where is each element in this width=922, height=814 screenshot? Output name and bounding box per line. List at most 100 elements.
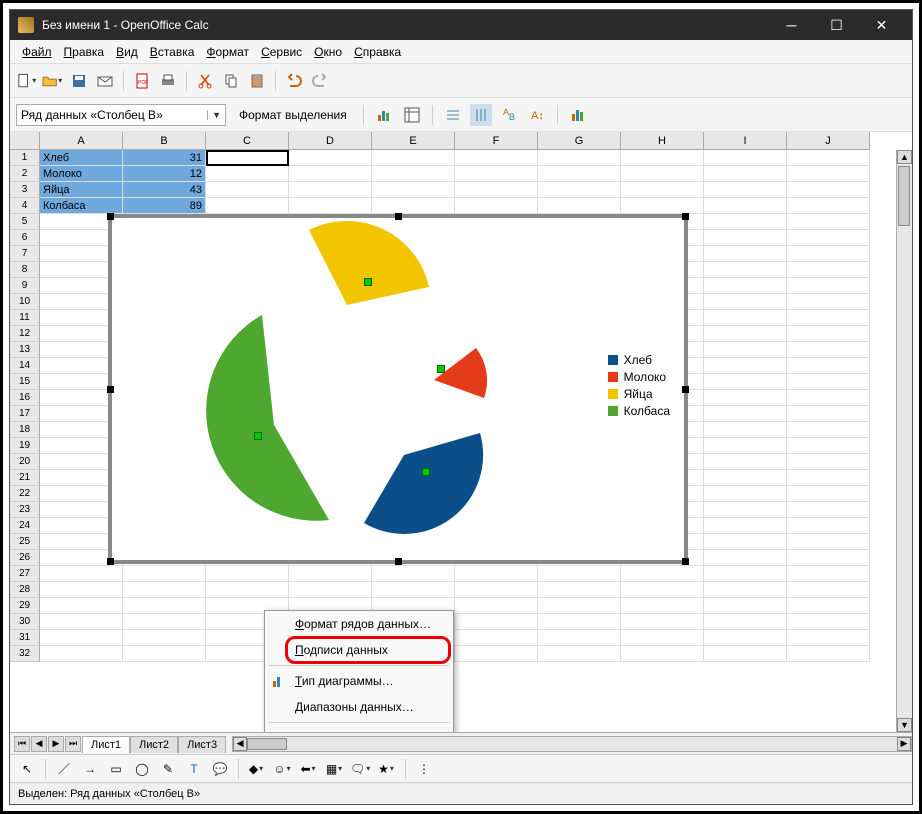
cell[interactable] — [621, 150, 704, 166]
grid-h-icon[interactable] — [442, 104, 464, 126]
cell[interactable] — [372, 582, 455, 598]
row-header[interactable]: 24 — [10, 518, 40, 534]
cell[interactable] — [704, 214, 787, 230]
basic-shapes-icon[interactable]: ◆▾ — [246, 758, 268, 780]
cell[interactable] — [206, 182, 289, 198]
cell[interactable] — [704, 278, 787, 294]
cell[interactable] — [621, 198, 704, 214]
cell[interactable] — [787, 582, 870, 598]
cell[interactable] — [787, 550, 870, 566]
cell[interactable] — [704, 470, 787, 486]
cell[interactable] — [704, 518, 787, 534]
horizontal-scrollbar[interactable]: ◀ ▶ — [232, 736, 912, 752]
row-header[interactable]: 13 — [10, 342, 40, 358]
menu-insert[interactable]: Вставка — [144, 42, 201, 62]
cell[interactable] — [621, 614, 704, 630]
cell[interactable] — [455, 582, 538, 598]
cell[interactable] — [704, 390, 787, 406]
cell[interactable] — [787, 326, 870, 342]
cell[interactable]: Молоко — [40, 166, 123, 182]
ctx-data-ranges[interactable]: Диапазоны данных… — [265, 694, 453, 720]
col-header[interactable]: H — [621, 132, 704, 150]
row-header[interactable]: 7 — [10, 246, 40, 262]
cell[interactable] — [206, 566, 289, 582]
cell[interactable] — [704, 150, 787, 166]
cell[interactable] — [787, 150, 870, 166]
cell[interactable] — [621, 646, 704, 662]
resize-handle[interactable] — [107, 558, 114, 565]
row-header[interactable]: 1 — [10, 150, 40, 166]
chart-type-icon[interactable] — [373, 104, 395, 126]
cell[interactable] — [787, 566, 870, 582]
cell[interactable] — [704, 374, 787, 390]
close-button[interactable]: ✕ — [859, 10, 904, 40]
cell[interactable] — [538, 566, 621, 582]
row-header[interactable]: 32 — [10, 646, 40, 662]
cell[interactable] — [704, 246, 787, 262]
cell[interactable] — [704, 358, 787, 374]
cell[interactable] — [704, 342, 787, 358]
row-header[interactable]: 15 — [10, 374, 40, 390]
scale-text-icon[interactable]: A↕ — [526, 104, 548, 126]
sheet-tab[interactable]: Лист1 — [82, 736, 130, 753]
menu-view[interactable]: Вид — [110, 42, 144, 62]
resize-handle[interactable] — [107, 386, 114, 393]
cell[interactable] — [123, 614, 206, 630]
row-header[interactable]: 16 — [10, 390, 40, 406]
cell[interactable] — [123, 598, 206, 614]
cell[interactable] — [787, 598, 870, 614]
select-all-corner[interactable] — [10, 132, 40, 150]
cell[interactable] — [787, 390, 870, 406]
chart-3d-icon[interactable] — [567, 104, 589, 126]
row-header[interactable]: 14 — [10, 358, 40, 374]
cell[interactable] — [372, 566, 455, 582]
new-button[interactable]: ▾ — [16, 70, 38, 92]
cell[interactable]: 31 — [123, 150, 206, 166]
tab-first[interactable]: ⏮ — [14, 736, 30, 752]
cell[interactable] — [455, 598, 538, 614]
col-header[interactable]: A — [40, 132, 123, 150]
cell[interactable] — [372, 182, 455, 198]
slice-handle[interactable] — [254, 432, 262, 440]
menu-edit[interactable]: Правка — [58, 42, 111, 62]
row-header[interactable]: 23 — [10, 502, 40, 518]
cell[interactable] — [787, 422, 870, 438]
slice-handle[interactable] — [422, 468, 430, 476]
block-arrows-icon[interactable]: ⬅▾ — [298, 758, 320, 780]
cell[interactable] — [704, 230, 787, 246]
cell[interactable] — [704, 422, 787, 438]
row-header[interactable]: 17 — [10, 406, 40, 422]
cell[interactable] — [704, 502, 787, 518]
ctx-cut[interactable]: Вырезать — [265, 725, 453, 732]
cell[interactable] — [538, 646, 621, 662]
pointer-icon[interactable]: ↖ — [16, 758, 38, 780]
row-header[interactable]: 4 — [10, 198, 40, 214]
ctx-chart-type[interactable]: Тип диаграммы… — [265, 668, 453, 694]
cell[interactable] — [787, 454, 870, 470]
row-header[interactable]: 25 — [10, 534, 40, 550]
stars-icon[interactable]: ★▾ — [376, 758, 398, 780]
redo-button[interactable] — [309, 70, 331, 92]
copy-button[interactable] — [220, 70, 242, 92]
cell[interactable] — [787, 198, 870, 214]
row-header[interactable]: 18 — [10, 422, 40, 438]
tab-prev[interactable]: ◀ — [31, 736, 47, 752]
flowchart-icon[interactable]: ▦▾ — [324, 758, 346, 780]
undo-button[interactable] — [283, 70, 305, 92]
cell[interactable] — [704, 198, 787, 214]
cell[interactable] — [538, 582, 621, 598]
rect-icon[interactable]: ▭ — [105, 758, 127, 780]
cell[interactable] — [704, 550, 787, 566]
cell[interactable] — [787, 374, 870, 390]
cell[interactable] — [206, 582, 289, 598]
cell[interactable]: Яйца — [40, 182, 123, 198]
cell[interactable] — [704, 582, 787, 598]
sheet-tab[interactable]: Лист2 — [130, 736, 178, 753]
pdf-button[interactable]: PDF — [131, 70, 153, 92]
cell[interactable] — [289, 150, 372, 166]
paste-button[interactable] — [246, 70, 268, 92]
cell[interactable] — [787, 214, 870, 230]
slice-handle[interactable] — [437, 365, 445, 373]
cell[interactable] — [289, 198, 372, 214]
cell[interactable] — [123, 630, 206, 646]
